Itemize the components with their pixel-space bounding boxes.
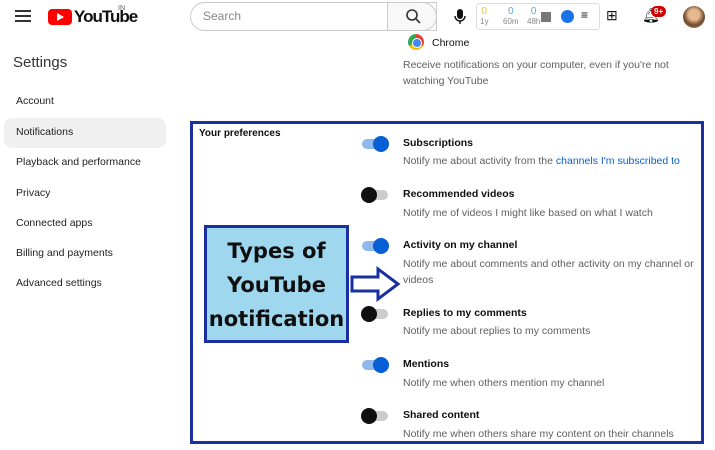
toggle-subscriptions[interactable] [362, 136, 389, 152]
sidebar-item-playback[interactable]: Playback and performance [4, 148, 166, 178]
pref-title: Shared content [403, 409, 480, 421]
toggle-mentions[interactable] [362, 357, 389, 373]
pref-desc: Notify me about activity from the channe… [403, 153, 703, 169]
play-extension-icon[interactable] [561, 10, 574, 23]
settings-title: Settings [13, 54, 68, 71]
pref-desc: Notify me when others share my content o… [403, 428, 674, 440]
sidebar-item-advanced[interactable]: Advanced settings [4, 269, 166, 299]
list-icon[interactable]: ≡ [581, 8, 588, 22]
callout-line: YouTube [227, 273, 326, 297]
pref-title: Activity on my channel [403, 239, 518, 251]
search-icon [406, 9, 421, 24]
mic-icon[interactable] [447, 5, 473, 29]
sidebar-item-account[interactable]: Account [4, 87, 166, 117]
pref-title: Recommended videos [403, 188, 515, 200]
callout-box: Types of YouTube notification [204, 225, 349, 343]
stats-widget[interactable]: 0 1y 0 60m 0 48h ≡ [476, 3, 600, 30]
notification-badge: 9+ [651, 6, 667, 17]
pref-desc: Notify me about comments and other activ… [403, 258, 694, 286]
pref-desc: Notify me of videos I might like based o… [403, 207, 653, 219]
stat-value: 0 [508, 6, 514, 17]
chrome-title: Chrome [432, 37, 470, 49]
preferences-heading: Your preferences [199, 128, 281, 139]
avatar[interactable] [683, 6, 705, 28]
chrome-description: Receive notifications on your computer, … [403, 59, 669, 87]
search-button[interactable] [387, 2, 437, 31]
logo-text[interactable]: YouTube [74, 7, 138, 27]
create-video-icon[interactable]: ⊞ [606, 7, 618, 24]
stat-value: 0 [530, 6, 537, 17]
menu-icon[interactable] [15, 10, 31, 22]
callout-line: Types of [227, 239, 326, 263]
arrow-right-icon [350, 266, 401, 302]
pref-title: Mentions [403, 358, 450, 370]
chrome-icon [408, 34, 424, 50]
stat-label: 1y [480, 17, 489, 26]
stat-label: 48h [527, 17, 541, 26]
pref-title: Replies to my comments [403, 307, 527, 319]
callout-line: notification [208, 307, 345, 331]
toggle-replies[interactable] [361, 306, 388, 322]
toggle-shared-content[interactable] [361, 408, 388, 424]
pref-desc: Notify me when others mention my channel [403, 377, 605, 389]
pref-desc: Notify me about replies to my comments [403, 325, 591, 337]
youtube-logo-icon[interactable] [48, 9, 72, 25]
toggle-channel-activity[interactable] [362, 238, 389, 254]
stat-value: 0 [481, 6, 487, 17]
sidebar-item-billing[interactable]: Billing and payments [4, 239, 166, 269]
sidebar-item-privacy[interactable]: Privacy [4, 179, 166, 209]
sidebar-item-notifications[interactable]: Notifications [4, 118, 166, 148]
sidebar-item-connected-apps[interactable]: Connected apps [4, 209, 166, 239]
pref-title: Subscriptions [403, 137, 474, 149]
country-code: IN [118, 5, 125, 12]
toggle-recommended-videos[interactable] [361, 187, 388, 203]
pref-desc-text: Notify me about activity from the [403, 155, 556, 167]
chart-icon[interactable] [541, 12, 551, 22]
subscriptions-link[interactable]: channels I'm subscribed to [556, 155, 680, 167]
stat-label: 60m [503, 17, 519, 26]
